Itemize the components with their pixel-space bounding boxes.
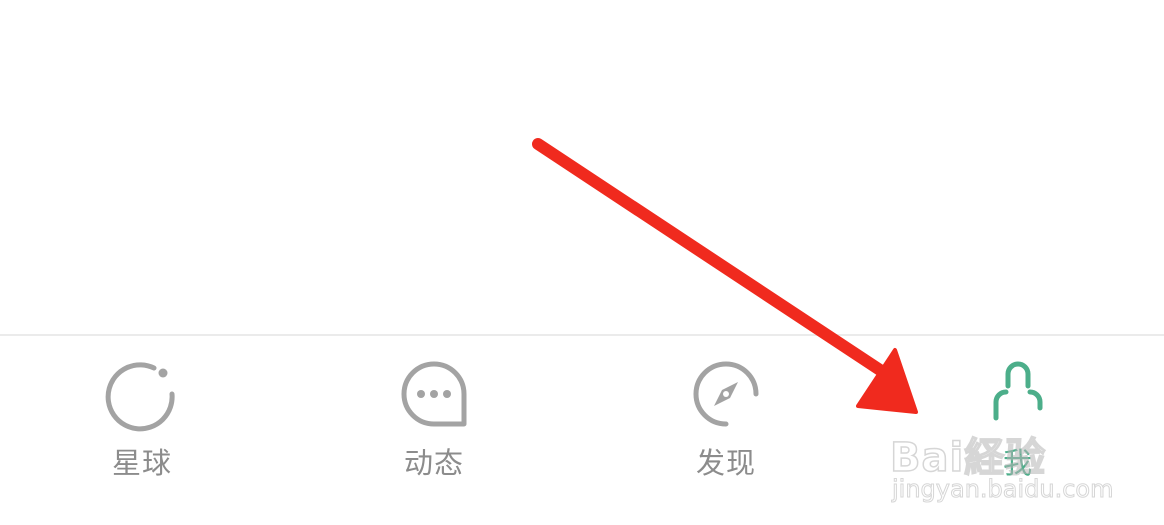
tab-activity[interactable]: 动态 (354, 356, 514, 496)
tab-discover[interactable]: 发现 (646, 356, 806, 496)
tab-planet-label: 星球 (111, 446, 172, 480)
profile-icon (993, 361, 1043, 421)
tab-me-label: 我 (1002, 446, 1033, 480)
tab-planet[interactable]: 星球 (62, 356, 222, 496)
planet-icon (105, 362, 175, 432)
tab-discover-label: 发现 (695, 446, 756, 480)
tab-activity-label: 动态 (403, 446, 464, 480)
bottom-tab-bar: 星球 动态 发现 我 (0, 334, 1164, 525)
compass-icon (693, 361, 759, 427)
content-area (0, 0, 1164, 334)
tab-me[interactable]: 我 (938, 356, 1098, 496)
app-screen: 星球 动态 发现 我 Bai経验 jingyan.baidu.com (0, 0, 1164, 525)
chat-bubble-icon (401, 361, 467, 427)
